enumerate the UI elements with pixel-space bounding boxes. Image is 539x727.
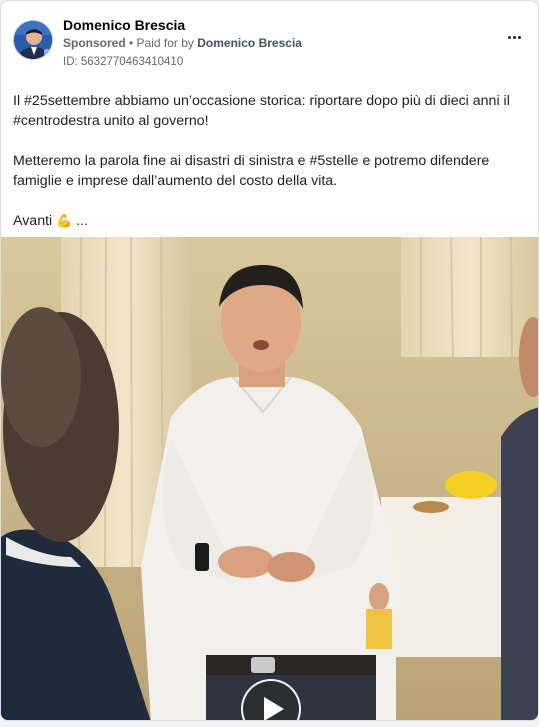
dot [517,35,521,39]
ad-post-card: Domenico Brescia Sponsored • Paid for by… [0,0,539,721]
dot [512,35,516,39]
post-text: Il #25settembre abbiamo un’occasione sto… [13,91,528,232]
text-line-last: Avanti 💪 ... [13,211,528,232]
flexed-biceps-emoji: 💪 [56,214,73,229]
text-line: Metteremo la parola fine ai disastri di … [13,153,490,169]
play-icon [264,697,284,720]
video-player[interactable] [1,237,538,720]
text-line: #centrodestra unito al governo! [13,113,209,129]
more-options-icon[interactable] [502,29,526,45]
paid-for-prefix: Paid for by [136,36,198,50]
author-name[interactable]: Domenico Brescia [63,17,185,33]
avatar-image [14,21,52,59]
author-avatar[interactable] [13,20,53,60]
dot [507,35,511,39]
video-frame [1,237,538,720]
text-avanti: Avanti [13,213,53,229]
text-line: famiglie e imprese dall’aumento del cost… [13,173,338,189]
sponsored-label: Sponsored [63,36,126,50]
meta-separator: • [125,36,137,50]
post-header: Domenico Brescia Sponsored • Paid for by… [13,15,526,71]
text-line: Il #25settembre abbiamo un’occasione sto… [13,93,510,109]
sponsored-line: Sponsored • Paid for by Domenico Brescia [63,36,302,50]
see-more-ellipsis[interactable]: ... [72,213,88,229]
paid-for-by-name: Domenico Brescia [197,36,302,50]
ad-id: ID: 5632770463410410 [63,56,184,68]
